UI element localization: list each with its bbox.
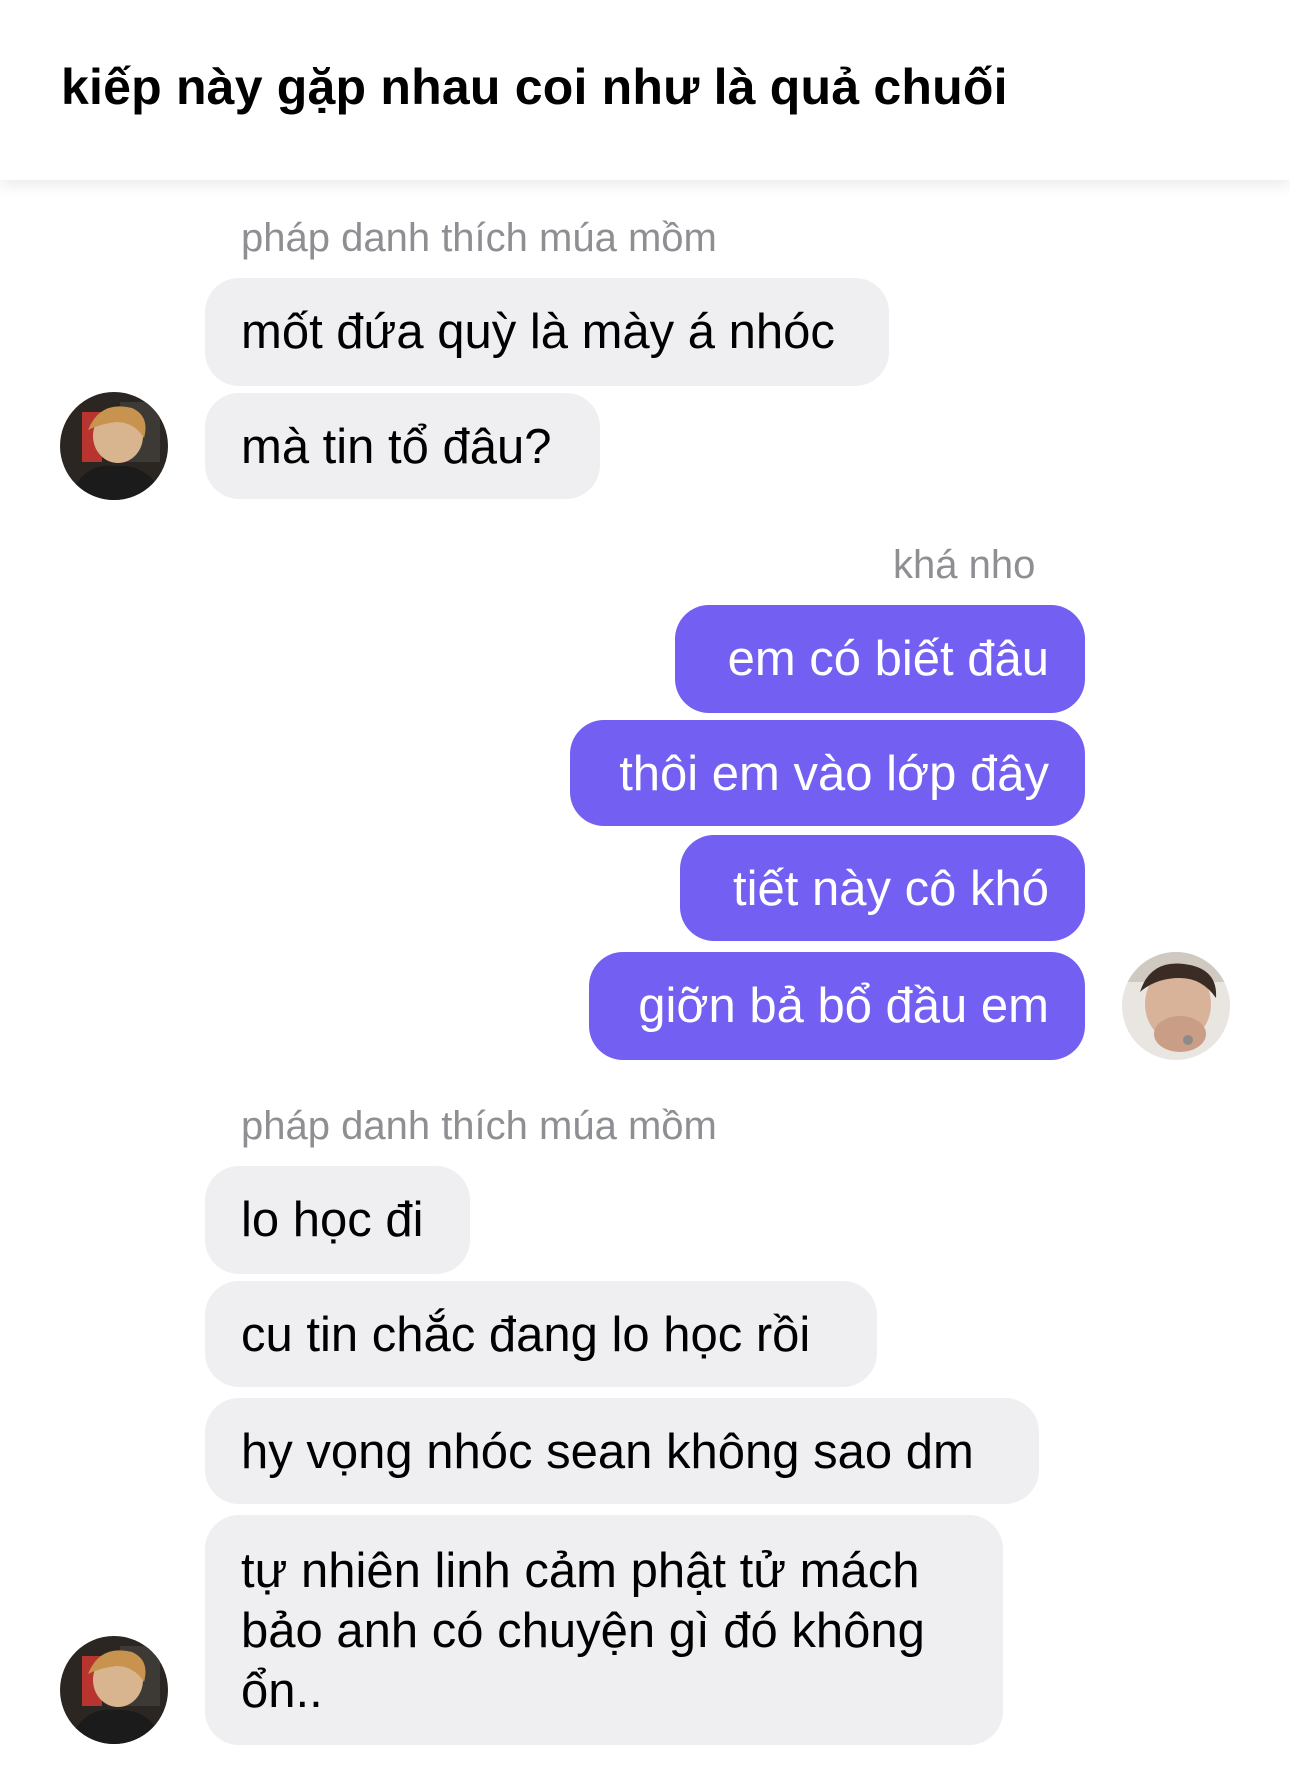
avatar-photo-icon: [60, 1636, 168, 1744]
chat-header: kiếp này gặp nhau coi như là quả chuối: [0, 0, 1290, 180]
avatar-photo-icon: [1122, 952, 1230, 1060]
message-bubble-incoming[interactable]: lo học đi: [205, 1166, 470, 1274]
message-bubble-incoming[interactable]: cu tin chắc đang lo học rồi: [205, 1281, 877, 1387]
message-bubble-outgoing[interactable]: tiết này cô khó: [680, 835, 1085, 941]
contact-avatar[interactable]: [60, 1636, 168, 1744]
message-bubble-outgoing[interactable]: em có biết đâu: [675, 605, 1085, 713]
sender-name: pháp danh thích múa mồm: [241, 1104, 717, 1148]
message-bubble-outgoing[interactable]: giỡn bả bổ đầu em: [589, 952, 1085, 1060]
sender-name: pháp danh thích múa mồm: [241, 216, 717, 260]
message-bubble-incoming[interactable]: mốt đứa quỳ là mày á nhóc: [205, 278, 889, 386]
message-bubble-outgoing[interactable]: thôi em vào lớp đây: [570, 720, 1085, 826]
chat-title[interactable]: kiếp này gặp nhau coi như là quả chuối: [61, 58, 1008, 116]
message-bubble-incoming[interactable]: tự nhiên linh cảm phật tử mách bảo anh c…: [205, 1515, 1003, 1745]
message-list[interactable]: pháp danh thích múa mồm mốt đứa quỳ là m…: [0, 0, 1290, 1775]
sender-name: khá nho: [893, 543, 1036, 587]
contact-avatar[interactable]: [60, 392, 168, 500]
message-bubble-incoming[interactable]: mà tin tổ đâu?: [205, 393, 600, 499]
message-bubble-incoming[interactable]: hy vọng nhóc sean không sao dm: [205, 1398, 1039, 1504]
my-avatar[interactable]: [1122, 952, 1230, 1060]
avatar-photo-icon: [60, 392, 168, 500]
